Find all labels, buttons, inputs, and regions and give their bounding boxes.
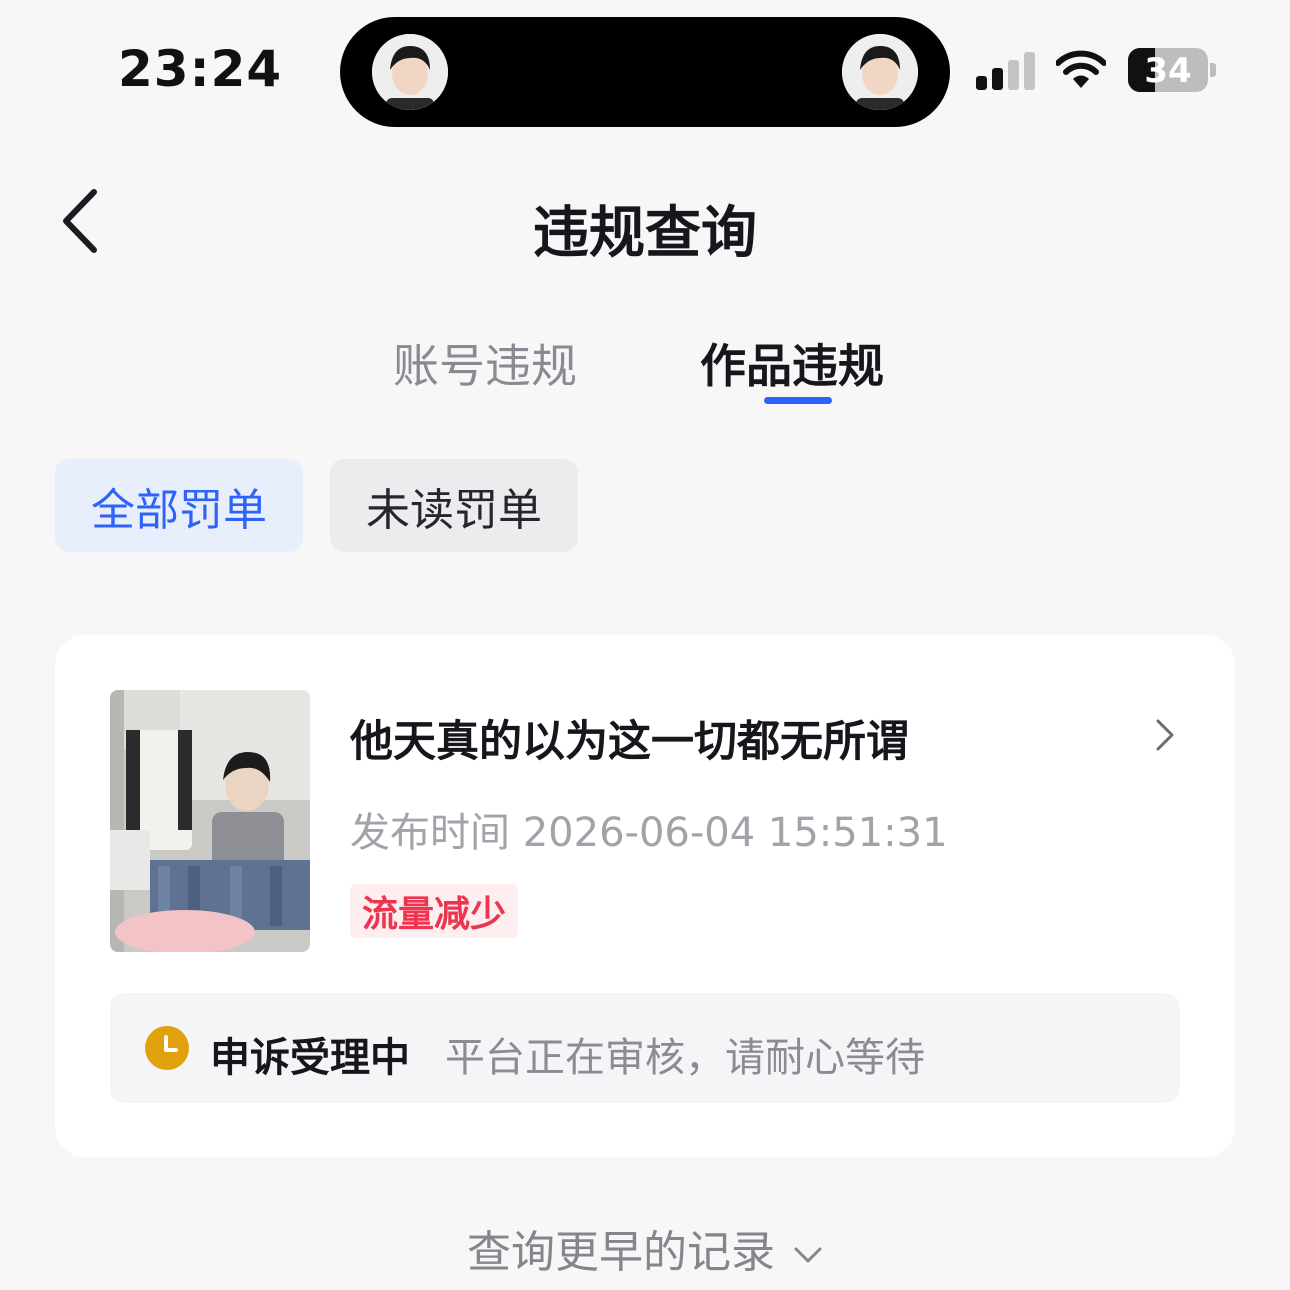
work-title[interactable]: 他天真的以为这一切都无所谓 <box>350 707 909 769</box>
wifi-icon <box>1056 50 1106 88</box>
publish-time-value: 2026-06-04 15:51:31 <box>522 810 948 856</box>
query-earlier-label: 查询更早的记录 <box>467 1227 775 1278</box>
avatar-right <box>842 34 918 110</box>
query-earlier-records-button[interactable]: 查询更早的记录 <box>0 1216 1290 1280</box>
active-tab-indicator <box>764 397 832 404</box>
filter-unread-tickets[interactable]: 未读罚单 <box>330 459 578 552</box>
status-time: 23:24 <box>118 40 283 98</box>
chevron-down-icon <box>794 1247 822 1263</box>
penalty-badge: 流量减少 <box>350 884 519 938</box>
tab-account-violations[interactable]: 账号违规 <box>393 330 577 396</box>
violation-card[interactable]: 他天真的以为这一切都无所谓 发布时间 2026-06-04 15:51:31 流… <box>55 635 1235 1157</box>
filter-all-tickets[interactable]: 全部罚单 <box>55 459 303 552</box>
tab-work-violations[interactable]: 作品违规 <box>700 330 884 396</box>
battery-level: 34 <box>1144 51 1192 91</box>
signal-icon <box>976 50 1038 90</box>
chevron-right-icon[interactable] <box>1153 717 1177 753</box>
battery-icon: 34 <box>1128 48 1218 92</box>
publish-time-label: 发布时间 <box>350 810 510 856</box>
appeal-status-box: 申诉受理中 平台正在审核，请耐心等待 <box>110 993 1180 1103</box>
publish-time: 发布时间 2026-06-04 15:51:31 <box>350 800 948 858</box>
appeal-status-label: 申诉受理中 <box>210 1035 410 1081</box>
appeal-status-desc: 平台正在审核，请耐心等待 <box>445 1035 925 1081</box>
clock-icon <box>145 1026 189 1070</box>
dynamic-island <box>340 17 950 127</box>
page-title: 违规查询 <box>533 201 757 266</box>
work-thumbnail[interactable] <box>110 690 310 952</box>
avatar-left <box>372 34 448 110</box>
